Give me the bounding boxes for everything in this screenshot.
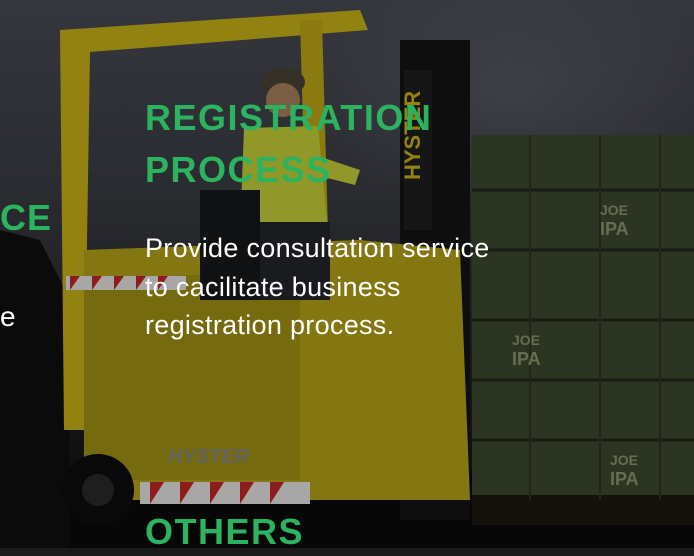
previous-service-heading: CE (0, 197, 53, 238)
previous-service-column: CE e (0, 198, 70, 336)
service-heading: REGISTRATION PROCESS (145, 92, 505, 196)
service-column-registration: REGISTRATION PROCESS Provide consultatio… (145, 92, 505, 345)
next-service-heading: OTHERS (145, 511, 305, 552)
service-heading-line2: PROCESS (145, 149, 332, 190)
service-heading-line1: REGISTRATION (145, 97, 433, 138)
previous-service-description: e (0, 301, 16, 332)
service-description: Provide consultation service to cacilita… (145, 233, 490, 340)
